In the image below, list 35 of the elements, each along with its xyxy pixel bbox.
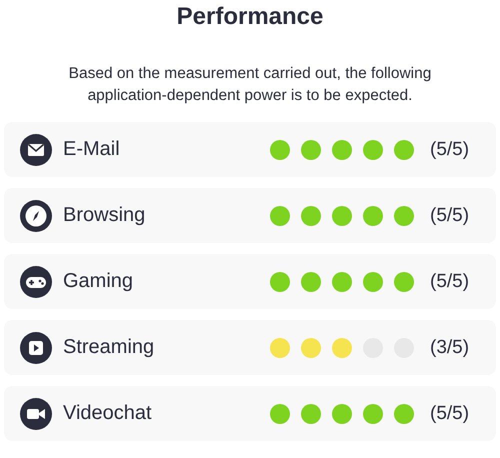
filled-dot	[394, 206, 414, 226]
page-title: Performance	[176, 3, 324, 31]
category-label: Gaming	[63, 270, 134, 293]
score-text: (5/5)	[430, 204, 470, 226]
description-text: Based on the measurement carried out, the following application-dependent power is to be expected.	[68, 64, 432, 106]
filled-dot	[394, 272, 414, 292]
filled-dot	[394, 140, 414, 160]
filled-dot	[301, 338, 321, 358]
filled-dot	[301, 404, 321, 424]
filled-dot	[332, 272, 352, 292]
filled-dot	[332, 206, 352, 226]
category-label: Streaming	[63, 336, 156, 359]
filled-dot	[332, 404, 352, 424]
score-text: (5/5)	[430, 270, 470, 292]
score-text: (5/5)	[430, 402, 470, 424]
compass-icon	[20, 200, 52, 232]
filled-dot	[332, 338, 352, 358]
filled-dot	[363, 206, 383, 226]
gamepad-icon	[20, 266, 52, 298]
filled-dot	[301, 140, 321, 160]
category-label: Videochat	[63, 402, 153, 425]
envelope-icon	[20, 134, 52, 166]
filled-dot	[363, 272, 383, 292]
filled-dot	[394, 404, 414, 424]
filled-dot	[363, 404, 383, 424]
filled-dot	[332, 140, 352, 160]
filled-dot	[363, 140, 383, 160]
score-text: (5/5)	[430, 138, 470, 160]
category-label: Browsing	[63, 204, 146, 227]
video-camera-icon	[20, 398, 52, 430]
filled-dot	[301, 206, 321, 226]
filled-dot	[301, 272, 321, 292]
score-text: (3/5)	[430, 336, 470, 358]
category-label: E-Mail	[63, 138, 121, 161]
play-icon	[20, 332, 52, 364]
